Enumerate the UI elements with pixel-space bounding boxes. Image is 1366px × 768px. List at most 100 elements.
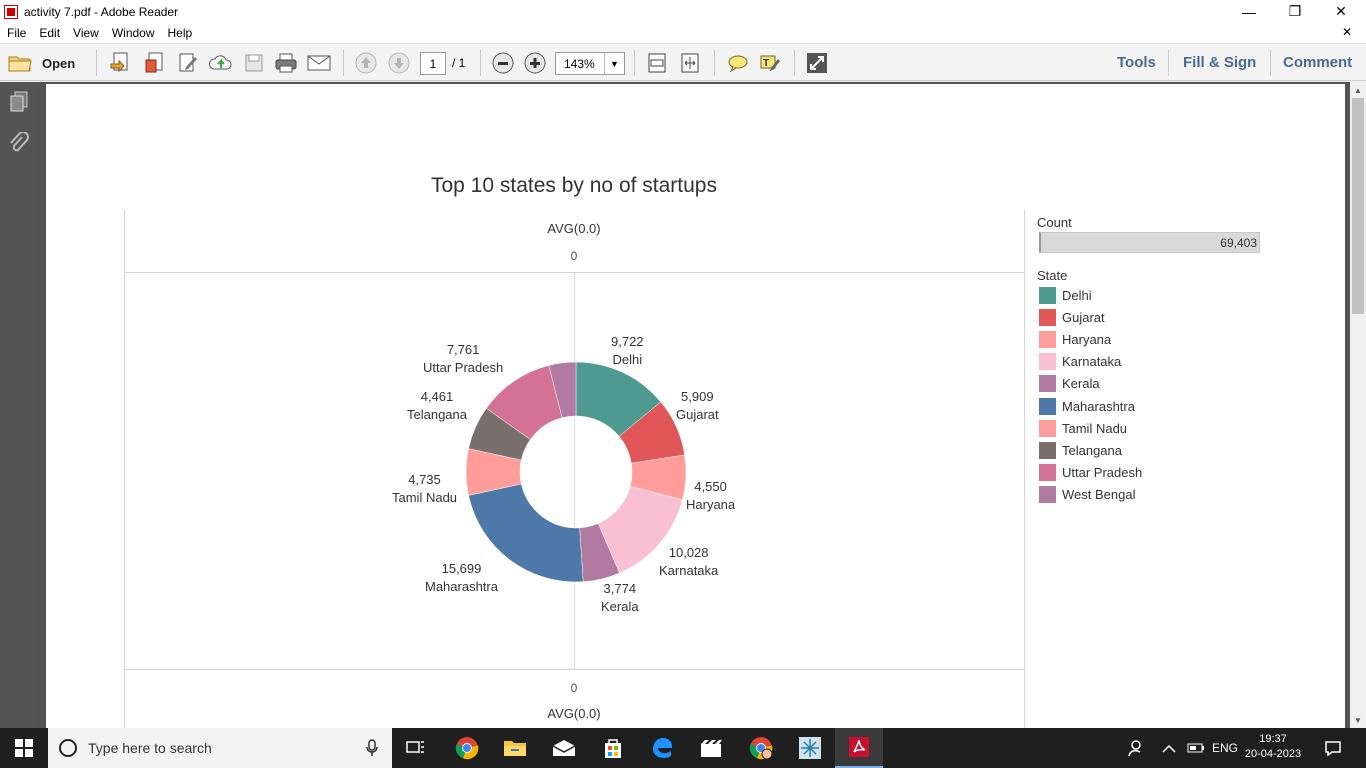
highlight-text-icon[interactable]: T [758,51,782,75]
legend-swatch [1039,441,1056,459]
legend-swatch [1039,308,1056,326]
chevron-up-icon[interactable] [1162,728,1176,768]
scroll-down-icon[interactable]: ▼ [1350,712,1366,728]
state-legend-header: State [1037,268,1068,283]
adobe-reader-taskbar-icon[interactable] [835,728,883,768]
fit-width-icon[interactable] [678,51,702,75]
edit-pdf-icon[interactable] [176,51,200,75]
menu-file[interactable]: File [0,26,32,40]
legend-label: Gujarat [1062,309,1105,325]
save-icon[interactable] [242,51,266,75]
legend-item-haryana[interactable]: Haryana [1039,330,1111,348]
task-view-icon[interactable] [392,728,440,768]
open-label: Open [42,55,76,71]
legend-swatch [1039,330,1056,348]
movies-tv-icon[interactable] [687,728,735,768]
file-explorer-icon[interactable] [491,728,539,768]
people-icon[interactable] [1126,728,1144,768]
tools-tab[interactable]: Tools [1117,54,1156,71]
legend-item-tamil-nadu[interactable]: Tamil Nadu [1039,419,1127,437]
toolbar-separator [480,50,481,76]
legend-item-telangana[interactable]: Telangana [1039,441,1122,459]
count-total-bar: 69,403 [1039,232,1260,253]
zoom-out-icon[interactable] [491,51,515,75]
microphone-icon[interactable] [366,739,378,757]
combine-pdf-icon[interactable] [142,51,166,75]
legend-item-west-bengal[interactable]: West Bengal [1039,486,1135,504]
zoom-select[interactable]: 143% ▼ [555,52,625,75]
scroll-up-icon[interactable]: ▲ [1350,82,1366,98]
minimize-button[interactable]: — [1226,0,1272,23]
notification-icon[interactable] [1324,728,1342,768]
page-total: / 1 [452,56,466,70]
menu-window[interactable]: Window [105,26,161,40]
fit-page-icon[interactable] [645,51,669,75]
open-button[interactable]: Open [8,52,75,74]
menu-edit[interactable]: Edit [32,26,66,40]
toolbar-separator [1168,50,1169,76]
comment-tab[interactable]: Comment [1283,54,1352,71]
vertical-scrollbar[interactable]: ▲ ▼ [1350,82,1366,728]
edge-icon[interactable] [638,728,686,768]
search-icon [59,739,77,757]
legend-item-gujarat[interactable]: Gujarat [1039,308,1105,326]
toolbar-separator [343,50,344,76]
close-button[interactable]: ✕ [1318,0,1364,23]
legend-item-uttar-pradesh[interactable]: Uttar Pradesh [1039,464,1142,482]
upload-cloud-icon[interactable] [209,51,233,75]
legend-swatch [1039,419,1056,437]
scrollbar-thumb[interactable] [1352,98,1364,314]
page-number-input[interactable]: 1 [420,52,446,75]
taskbar-search-box[interactable]: Type here to search [48,728,392,768]
battery-icon[interactable] [1187,728,1205,768]
store-icon[interactable] [589,728,637,768]
legend-label: Tamil Nadu [1062,420,1128,436]
menu-help[interactable]: Help [161,26,199,40]
fill-sign-tab[interactable]: Fill & Sign [1183,54,1256,71]
start-button[interactable] [0,728,48,768]
full-screen-icon[interactable] [805,51,829,75]
chart-frame-bottom [124,669,1025,670]
chart-frame-right [1024,210,1025,728]
legend-label: Delhi [1062,287,1092,303]
axis-label-bottom: AVG(0.0) [547,706,601,721]
count-total-value: 69,403 [1220,235,1257,250]
print-icon[interactable] [274,51,298,75]
pdf-page: Top 10 states by no of startups AVG(0.0)… [46,84,1345,728]
legend-item-karnataka[interactable]: Karnataka [1039,353,1121,371]
document-close-icon[interactable]: ✕ [1335,25,1358,39]
toolbar-separator [634,50,635,76]
axis-tick-top: 0 [570,249,578,263]
zoom-in-icon[interactable] [523,51,547,75]
attachments-icon[interactable] [9,132,29,156]
legend-swatch [1039,486,1056,504]
restore-button[interactable]: ❐ [1272,0,1318,23]
menu-view[interactable]: View [66,26,105,40]
legend-swatch [1039,353,1056,371]
legend-item-maharashtra[interactable]: Maharashtra [1039,397,1135,415]
email-icon[interactable] [307,51,331,75]
window-title: activity 7.pdf - Adobe Reader [24,4,179,19]
system-clock[interactable]: 19:37 20-04-2023 [1242,732,1304,762]
mail-icon[interactable] [540,728,588,768]
search-placeholder: Type here to search [88,740,212,756]
chevron-down-icon[interactable]: ▼ [604,53,624,74]
previous-page-icon[interactable] [354,51,378,75]
legend-item-kerala[interactable]: Kerala [1039,375,1100,393]
legend-label: Maharashtra [1062,398,1135,414]
chrome-profile-icon[interactable] [737,728,785,768]
slice-label-haryana: 4,550 Haryana [686,479,736,512]
menu-bar: File Edit View Window Help ✕ [0,23,1366,43]
create-pdf-icon[interactable] [108,51,132,75]
legend-label: West Bengal [1062,487,1136,503]
next-page-icon[interactable] [387,51,411,75]
legend-item-delhi[interactable]: Delhi [1039,286,1092,304]
sticky-note-icon[interactable] [726,51,750,75]
snowflake-app-icon[interactable] [786,728,834,768]
chrome-icon[interactable] [443,728,491,768]
language-indicator[interactable]: ENG [1212,728,1238,768]
clock-date: 20-04-2023 [1244,748,1302,760]
toolbar-separator [794,50,795,76]
toolbar-separator [96,50,97,76]
page-thumbnails-icon[interactable] [9,90,29,114]
